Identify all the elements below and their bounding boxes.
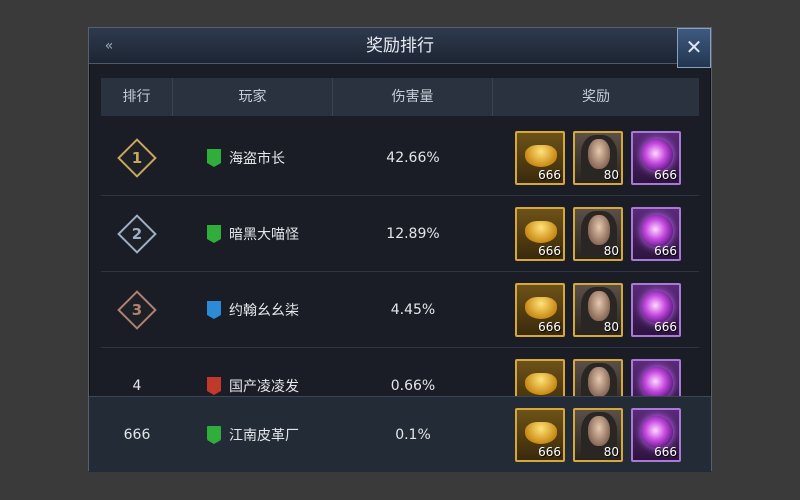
self-damage: 0.1% — [395, 427, 431, 443]
hero-portrait-icon — [588, 138, 610, 169]
reward-item-hero[interactable]: 80 — [573, 130, 623, 185]
player-name[interactable]: 国产凌凌发 — [229, 376, 299, 396]
reward-item-orb[interactable]: 666 — [631, 408, 681, 462]
guild-flag-icon — [207, 426, 221, 444]
hero-portrait-icon — [588, 214, 610, 245]
self-rank-footer: 666 江南皮革厂 0.1% 666 80 666 — [89, 396, 711, 472]
rank-number: 1 — [131, 148, 143, 167]
rank-badge-icon: 1 — [115, 136, 159, 180]
gold-ingot-icon — [525, 372, 557, 395]
rank-cell: 4 — [132, 377, 142, 394]
reward-cell: 666 80 666 — [493, 130, 699, 185]
player-name[interactable]: 海盗市长 — [229, 148, 285, 168]
player-name[interactable]: 暗黑大喵怪 — [229, 224, 299, 244]
purple-orb-icon — [641, 138, 673, 171]
reward-item-gold[interactable]: 666 — [515, 130, 565, 185]
reward-item-gold[interactable]: 666 — [515, 282, 565, 337]
rank-cell: 1 — [101, 136, 173, 180]
reward-item-hero[interactable]: 80 — [573, 206, 623, 261]
reward-item-hero[interactable]: 80 — [573, 282, 623, 337]
reward-item-gold[interactable]: 666 — [515, 358, 565, 396]
self-rank: 666 — [123, 427, 151, 443]
reward-count: 666 — [538, 243, 561, 258]
reward-list: 666 80 666 — [493, 282, 699, 337]
ranking-row: 2 暗黑大喵怪 12.89% 666 80 666 — [101, 196, 699, 272]
close-button[interactable]: ✕ — [677, 28, 711, 68]
reward-count: 80 — [603, 243, 619, 258]
gold-ingot-icon — [525, 220, 557, 243]
reward-count: 666 — [538, 319, 561, 334]
rank-cell: 3 — [101, 288, 173, 332]
damage-cell: 0.66% — [390, 377, 436, 394]
hero-portrait-icon — [588, 416, 610, 446]
reward-item-orb[interactable]: 666 — [631, 282, 681, 337]
close-icon: ✕ — [685, 35, 703, 59]
reward-count: 80 — [603, 319, 619, 334]
title-bar: « 奖励排行 ✕ — [89, 28, 711, 68]
rank-number: 2 — [131, 224, 143, 243]
purple-orb-icon — [641, 214, 673, 247]
panel-title: 奖励排行 — [366, 36, 434, 56]
reward-count: 666 — [654, 445, 677, 459]
gold-ingot-icon — [525, 144, 557, 167]
reward-count: 666 — [538, 167, 561, 182]
reward-item-orb[interactable]: 666 — [631, 358, 681, 396]
reward-item-hero[interactable]: 80 — [573, 408, 623, 462]
purple-orb-icon — [641, 290, 673, 323]
ranking-row: 1 海盗市长 42.66% 666 80 666 — [101, 120, 699, 196]
reward-count: 666 — [654, 167, 677, 182]
reward-item-orb[interactable]: 666 — [631, 130, 681, 185]
gold-ingot-icon — [525, 422, 557, 444]
reward-list: 666 80 666 — [493, 206, 699, 261]
damage-cell: 42.66% — [386, 149, 440, 166]
reward-count: 666 — [654, 319, 677, 334]
reward-cell: 666 80 666 — [493, 206, 699, 261]
reward-count: 666 — [538, 445, 561, 459]
purple-orb-icon — [641, 416, 673, 448]
reward-count: 80 — [603, 445, 619, 459]
guild-flag-icon — [207, 376, 221, 395]
player-name[interactable]: 约翰幺幺柒 — [229, 300, 299, 320]
reward-ranking-panel: « 奖励排行 ✕ 排行 玩家 伤害量 奖励 1 海盗市长 42.66% 666 80 66… — [88, 27, 712, 472]
self-rewards: 666 80 666 — [493, 408, 699, 462]
rank-badge-icon: 2 — [115, 212, 159, 256]
rank-badge-icon: 3 — [115, 288, 159, 332]
guild-flag-icon — [207, 224, 221, 243]
self-row: 666 江南皮革厂 0.1% 666 80 666 — [101, 397, 699, 473]
player-cell: 暗黑大喵怪 — [173, 224, 333, 244]
reward-item-orb[interactable]: 666 — [631, 206, 681, 261]
guild-flag-icon — [207, 300, 221, 319]
reward-item-gold[interactable]: 666 — [515, 206, 565, 261]
guild-flag-icon — [207, 148, 221, 167]
damage-cell: 12.89% — [386, 225, 440, 242]
reward-cell: 66680666 — [493, 358, 699, 396]
reward-count: 666 — [654, 243, 677, 258]
player-cell: 约翰幺幺柒 — [173, 300, 333, 320]
purple-orb-icon — [641, 366, 673, 396]
ranking-row: 4 国产凌凌发 0.66% 66680666 — [101, 348, 699, 396]
damage-cell: 4.45% — [390, 301, 436, 318]
reward-item-hero[interactable]: 80 — [573, 358, 623, 396]
reward-list: 666 80 666 — [493, 130, 699, 185]
gold-ingot-icon — [525, 296, 557, 319]
rank-number: 3 — [131, 300, 143, 319]
reward-list: 66680666 — [493, 358, 699, 396]
hero-portrait-icon — [588, 290, 610, 321]
self-player: 江南皮革厂 — [173, 425, 333, 445]
reward-cell: 666 80 666 — [493, 282, 699, 337]
hero-portrait-icon — [588, 366, 610, 396]
self-name: 江南皮革厂 — [229, 428, 299, 444]
reward-item-gold[interactable]: 666 — [515, 408, 565, 462]
ranking-row: 3 约翰幺幺柒 4.45% 666 80 666 — [101, 272, 699, 348]
ranking-list[interactable]: 1 海盗市长 42.66% 666 80 666 2 暗黑大喵怪 12.89% 666 80 666 3… — [89, 64, 711, 396]
player-cell: 海盗市长 — [173, 148, 333, 168]
player-cell: 国产凌凌发 — [173, 376, 333, 396]
rank-cell: 2 — [101, 212, 173, 256]
reward-count: 80 — [603, 167, 619, 182]
